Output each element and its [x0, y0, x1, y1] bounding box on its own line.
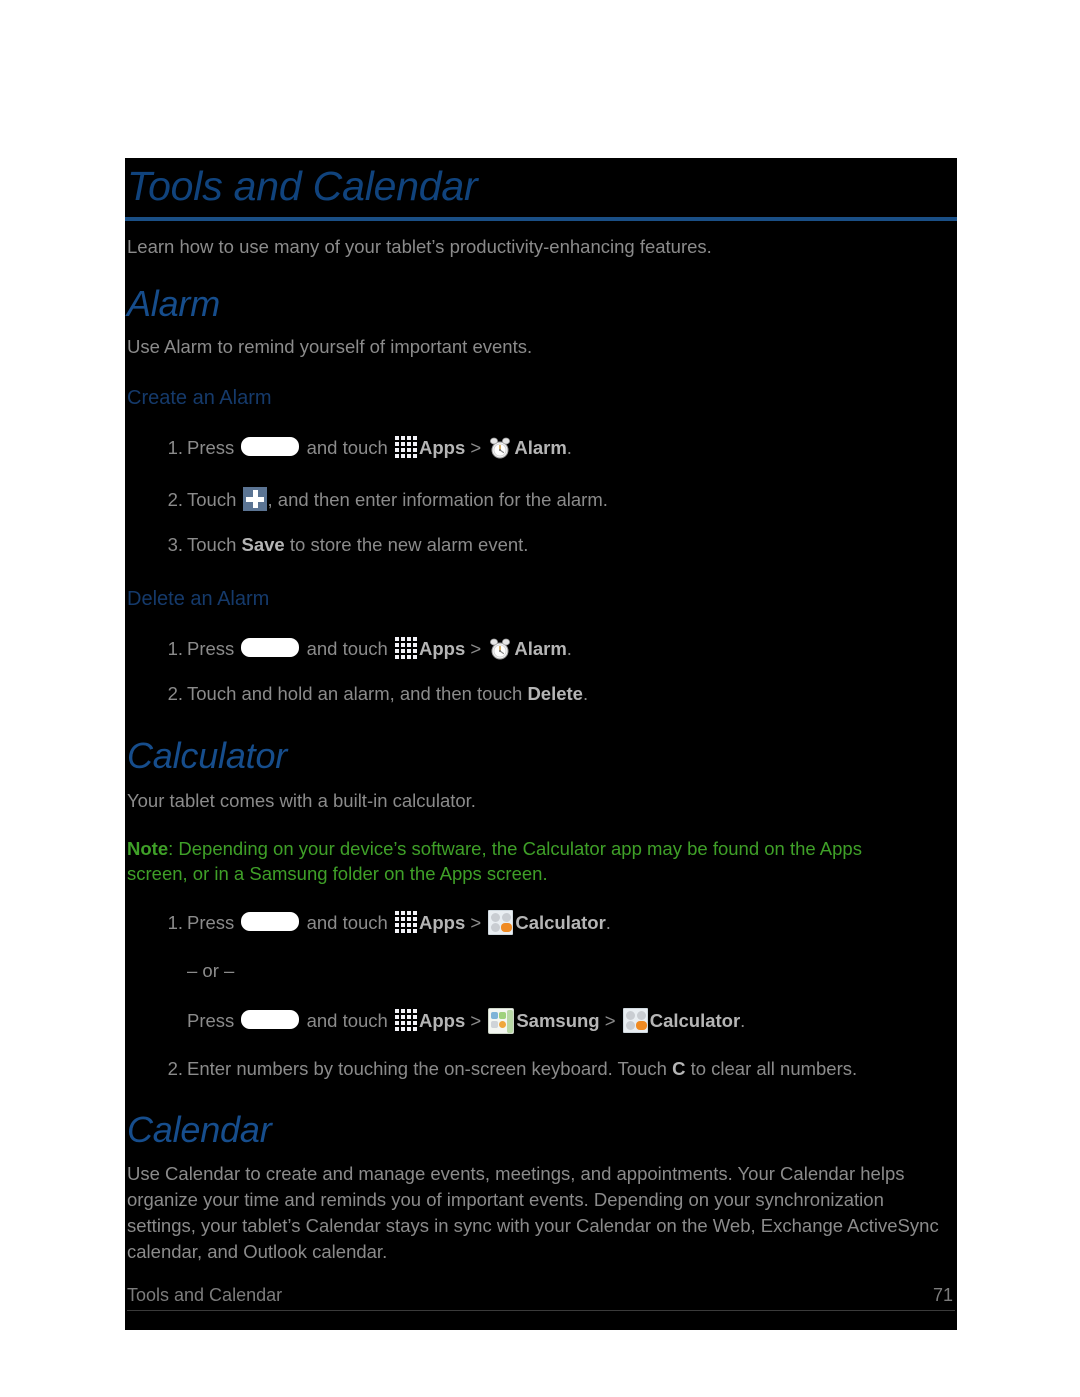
section-heading-calculator: Calculator: [127, 735, 288, 776]
alarm-clock-icon[interactable]: [488, 637, 512, 661]
section-heading-alarm: Alarm: [127, 283, 221, 324]
or-separator: – or –: [187, 960, 235, 981]
chapter-intro: Learn how to use many of your tablet’s p…: [127, 236, 712, 257]
home-key-icon[interactable]: [241, 1010, 300, 1029]
alarm-clock-icon[interactable]: [488, 436, 512, 460]
note-text: : Depending on your device’s software, t…: [127, 838, 862, 884]
section-heading-calendar: Calendar: [127, 1109, 272, 1150]
step-text: Touch Save to store the new alarm event.: [187, 534, 529, 555]
steps-delete-an-alarm: 1. Press and touch Apps > Alarm. 2. Touc…: [125, 636, 957, 707]
note-label: Note: [127, 838, 169, 859]
step-number: 2.: [167, 489, 183, 510]
footer-page-number: 71: [932, 1285, 953, 1305]
step-number: 3.: [167, 534, 183, 555]
step-text: Touch , and then enter information for t…: [187, 487, 608, 511]
section-intro-calendar: Use Calendar to create and manage events…: [127, 1163, 939, 1262]
step-text: Press and touch Apps > Alarm.: [187, 637, 572, 661]
subsection-heading-create-an-alarm: Create an Alarm: [127, 387, 272, 409]
plus-tile-icon[interactable]: [242, 487, 267, 511]
step-number: 1.: [167, 912, 183, 933]
step-number: 1.: [167, 638, 183, 659]
apps-label: Apps: [418, 437, 466, 458]
section-intro-calculator: Your tablet comes with a built-in calcul…: [127, 790, 476, 811]
chapter-title-block: Tools and Calendar: [125, 158, 957, 221]
save-label: Save: [241, 534, 285, 555]
clear-key-label: C: [672, 1058, 686, 1079]
section-intro-alarm: Use Alarm to remind yourself of importan…: [127, 336, 533, 357]
home-key-icon[interactable]: [241, 437, 300, 456]
step-text: Enter numbers by touching the on-screen …: [187, 1058, 858, 1079]
step-number: 1.: [167, 437, 183, 458]
apps-grid-icon[interactable]: [394, 1009, 417, 1031]
apps-label: Apps: [418, 1010, 466, 1031]
step-item: 1. Press and touch Apps > Alarm.: [125, 636, 957, 662]
apps-grid-icon[interactable]: [394, 436, 417, 458]
footer-divider: [127, 1310, 955, 1311]
page-footer: Tools and Calendar 71: [125, 1282, 957, 1312]
step-text: Press and touch Apps > Calculator.: [187, 910, 611, 935]
step-item: 3. Touch Save to store the new alarm eve…: [125, 532, 957, 558]
alarm-label: Alarm: [514, 437, 567, 458]
calculator-label: Calculator: [515, 912, 606, 933]
step-item: 2. Touch and hold an alarm, and then tou…: [125, 681, 957, 707]
calculator-icon[interactable]: [622, 1008, 648, 1033]
steps-calculator: 1. Press and touch Apps > Calculator. – …: [125, 910, 957, 1082]
content-slab: Tools and Calendar Learn how to use many…: [125, 158, 957, 1330]
samsung-folder-icon[interactable]: [488, 1008, 515, 1034]
delete-label: Delete: [527, 683, 583, 704]
step-item: 2. Touch , and then enter information fo…: [125, 487, 957, 513]
home-key-icon[interactable]: [241, 912, 300, 931]
manual-page: Tools and Calendar Learn how to use many…: [0, 0, 1080, 1397]
subsection-heading-delete-an-alarm: Delete an Alarm: [127, 588, 270, 610]
alarm-label: Alarm: [514, 638, 567, 659]
step-text: Touch and hold an alarm, and then touch …: [187, 683, 589, 704]
alternate-step-text: Press and touch Apps > Samsung > Calcula…: [187, 1008, 957, 1034]
home-key-icon[interactable]: [241, 638, 300, 657]
footer-title: Tools and Calendar: [127, 1285, 283, 1305]
step-item: 2. Enter numbers by touching the on-scre…: [125, 1056, 957, 1082]
calculator-icon[interactable]: [488, 910, 514, 935]
apps-label: Apps: [418, 638, 466, 659]
apps-label: Apps: [418, 912, 466, 933]
step-item: 1. Press and touch Apps > Calculator. – …: [125, 910, 957, 1034]
apps-grid-icon[interactable]: [394, 911, 417, 933]
step-number: 2.: [167, 683, 183, 704]
step-number: 2.: [167, 1058, 183, 1079]
samsung-label: Samsung: [516, 1010, 600, 1031]
step-item: 1. Press and touch Apps > Alarm.: [125, 435, 957, 461]
apps-grid-icon[interactable]: [394, 637, 417, 659]
calculator-label: Calculator: [649, 1010, 741, 1031]
step-text: Press and touch Apps > Alarm.: [187, 436, 572, 460]
note-callout: Note: Depending on your device’s softwar…: [125, 836, 927, 886]
page-title: Tools and Calendar: [127, 163, 478, 209]
steps-create-an-alarm: 1. Press and touch Apps > Alarm. 2. Touc…: [125, 435, 957, 558]
